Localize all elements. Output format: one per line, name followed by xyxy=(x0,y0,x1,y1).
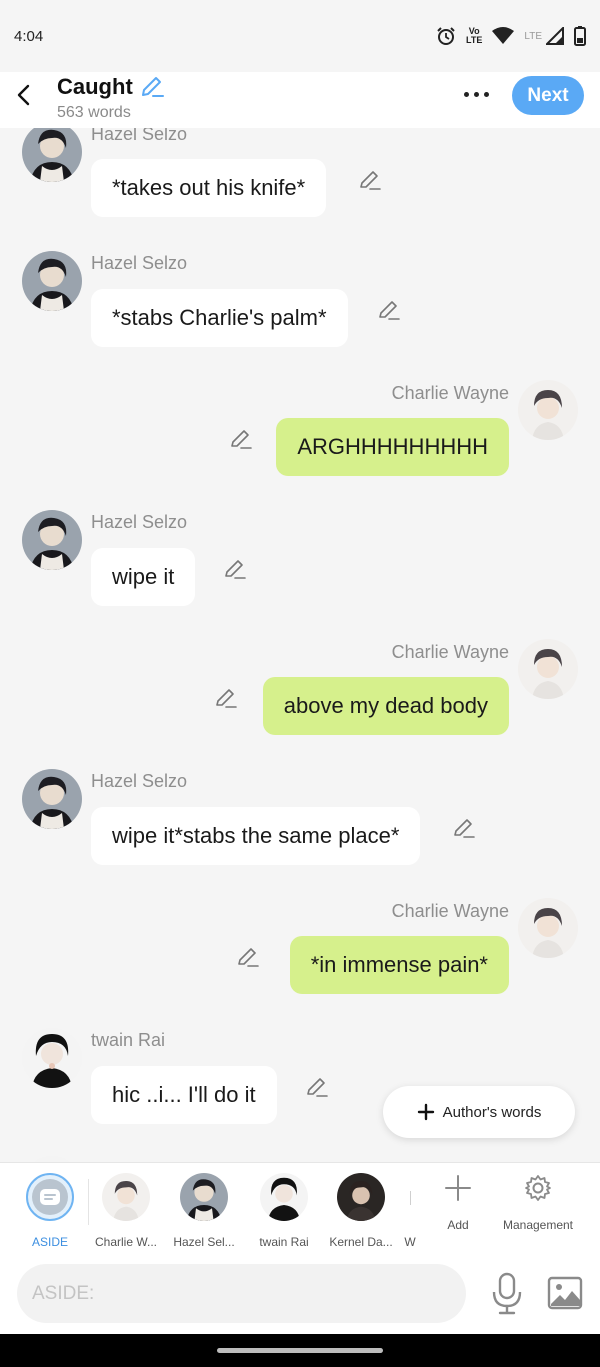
message-bubble[interactable]: wipe it*stabs the same place* xyxy=(91,807,421,865)
gear-icon xyxy=(525,1175,551,1201)
management-button[interactable]: Management xyxy=(498,1173,578,1232)
avatar-hazel[interactable] xyxy=(22,769,82,829)
battery-icon xyxy=(574,26,586,46)
avatar-hazel[interactable] xyxy=(22,128,82,182)
edit-message-icon[interactable] xyxy=(229,427,253,451)
aside-chat-icon xyxy=(40,1189,60,1205)
message-bubble[interactable]: *takes out his knife* xyxy=(91,159,327,217)
avatar-charlie[interactable] xyxy=(518,380,578,440)
authors-words-label: Author's words xyxy=(442,1103,542,1121)
character-label: W xyxy=(404,1235,416,1249)
sender-name: Charlie Wayne xyxy=(391,901,509,921)
avatar-hazel[interactable] xyxy=(22,510,82,570)
character-label: Charlie W... xyxy=(94,1235,157,1249)
character-item-hazel[interactable]: Hazel Sel... xyxy=(166,1173,242,1249)
message-bubble[interactable]: hic ..i... I'll do it xyxy=(91,1066,277,1124)
edit-message-icon[interactable] xyxy=(223,557,247,581)
sender-name: Hazel Selzo xyxy=(91,128,188,144)
title-row: Caught xyxy=(57,74,165,100)
volte-indicator: Vo LTE xyxy=(466,27,482,45)
plus-icon xyxy=(417,1103,434,1121)
character-label: Hazel Sel... xyxy=(173,1235,235,1249)
message-bubble[interactable]: *in immense pain* xyxy=(289,936,509,994)
message-bubble[interactable]: wipe it xyxy=(91,548,196,606)
management-label: Management xyxy=(502,1218,574,1232)
aside-label: ASIDE xyxy=(31,1235,68,1249)
add-character-button[interactable]: Add xyxy=(438,1173,478,1232)
status-bar: 4:04 Vo LTE LTE xyxy=(0,0,600,72)
more-options-button[interactable] xyxy=(456,82,496,106)
character-label: Kernel Da... xyxy=(329,1235,393,1249)
character-item-kernel[interactable]: Kernel Da... xyxy=(323,1173,399,1249)
system-nav-bar xyxy=(0,1334,600,1367)
message-bubble[interactable]: above my dead body xyxy=(262,677,509,735)
aside-selector[interactable]: ASIDE xyxy=(12,1173,88,1249)
aside-avatar xyxy=(26,1173,74,1221)
avatar xyxy=(102,1173,150,1221)
image-icon[interactable] xyxy=(547,1276,583,1310)
edit-message-icon[interactable] xyxy=(358,168,382,192)
avatar xyxy=(337,1173,385,1221)
home-indicator[interactable] xyxy=(217,1348,383,1353)
sender-name: Charlie Wayne xyxy=(391,383,509,403)
avatar xyxy=(260,1173,308,1221)
word-count: 563 words xyxy=(57,104,131,121)
avatar-charlie[interactable] xyxy=(518,898,578,958)
edit-message-icon[interactable] xyxy=(377,298,401,322)
partial-avatar-edge xyxy=(409,1191,411,1205)
plus-icon xyxy=(445,1175,471,1201)
more-icon-dot xyxy=(463,91,469,97)
sender-name: Charlie Wayne xyxy=(391,642,509,662)
chat-area[interactable]: Hazel Selzo *takes out his knife* Hazel … xyxy=(0,128,600,1162)
alarm-icon xyxy=(437,27,455,45)
title-block: Caught 563 words xyxy=(57,74,165,122)
sender-name: Hazel Selzo xyxy=(91,253,188,273)
edit-message-icon[interactable] xyxy=(452,816,476,840)
story-title: Caught xyxy=(57,74,133,99)
next-button[interactable]: Next xyxy=(512,76,584,115)
input-bar xyxy=(0,1252,600,1334)
avatar-charlie[interactable] xyxy=(518,639,578,699)
edit-message-icon[interactable] xyxy=(236,945,260,969)
lte-label: LTE xyxy=(524,30,542,42)
sender-name: Hazel Selzo xyxy=(91,771,188,791)
character-item-twain[interactable]: twain Rai xyxy=(246,1173,322,1249)
message-bubble[interactable]: ARGHHHHHHHHH xyxy=(276,418,509,476)
status-icons: Vo LTE LTE xyxy=(436,24,586,48)
back-button[interactable] xyxy=(10,80,36,110)
signal-icon xyxy=(546,27,564,45)
character-bar: ASIDE Charlie W... Hazel Sel... twain Ra… xyxy=(0,1162,600,1252)
sender-name: Hazel Selzo xyxy=(91,512,188,532)
avatar xyxy=(180,1173,228,1221)
avatar-twain[interactable] xyxy=(22,1028,82,1088)
message-bubble[interactable]: *stabs Charlie's palm* xyxy=(91,289,348,347)
more-icon-dot xyxy=(483,91,489,97)
authors-words-button[interactable]: Author's words xyxy=(383,1086,575,1138)
back-arrow-icon xyxy=(17,84,30,106)
avatar-hazel[interactable] xyxy=(22,251,82,311)
top-app-bar: Caught 563 words Next xyxy=(0,72,600,128)
aside-input[interactable] xyxy=(17,1264,466,1323)
sender-name: twain Rai xyxy=(91,1030,166,1050)
edit-message-icon[interactable] xyxy=(305,1075,329,1099)
pencil-icon[interactable] xyxy=(139,75,165,99)
status-time: 4:04 xyxy=(14,28,44,45)
volte-line2: LTE xyxy=(466,35,483,45)
character-item-partial[interactable]: W xyxy=(398,1173,422,1249)
add-label: Add xyxy=(447,1218,469,1232)
character-label: twain Rai xyxy=(259,1235,309,1249)
wifi-icon xyxy=(492,27,515,44)
edit-message-icon[interactable] xyxy=(214,686,238,710)
character-item-charlie[interactable]: Charlie W... xyxy=(88,1173,164,1249)
story-editor-screen: 4:04 Vo LTE LTE Caught 563 words Next Ha… xyxy=(0,0,600,1367)
microphone-icon[interactable] xyxy=(490,1272,524,1316)
more-icon-dot xyxy=(473,91,479,97)
